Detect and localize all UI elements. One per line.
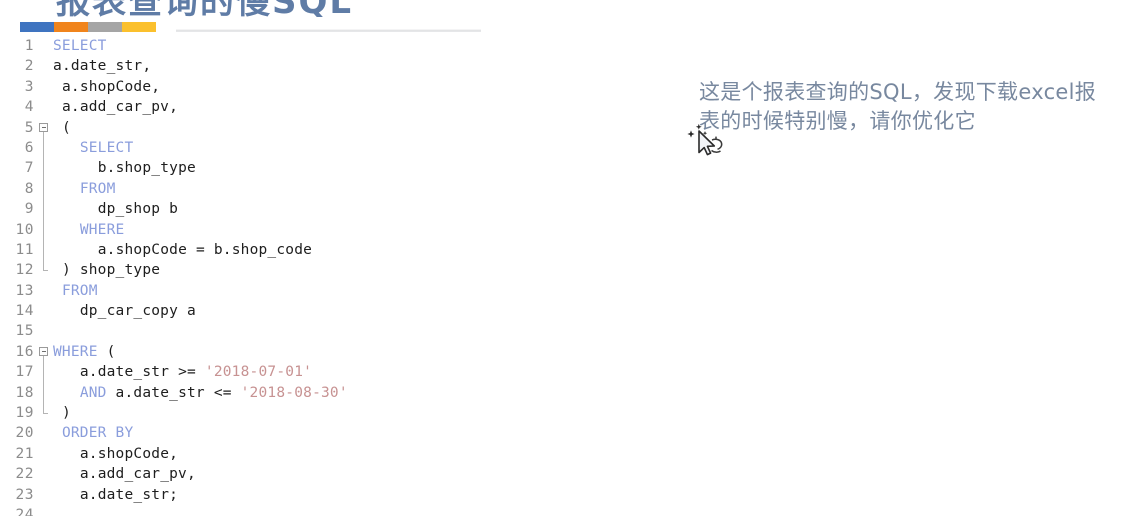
- code-line-text: a.add_car_pv,: [61, 99, 179, 116]
- pointer-shadow-icon: [711, 136, 723, 153]
- annotation-text: 这是个报表查询的SQL，发现下载excel报表的时候特别慢，请你优化它: [699, 80, 1097, 133]
- line-number: 19: [15, 405, 34, 422]
- line-number: 9: [24, 201, 34, 218]
- code-line[interactable]: 2 a.date_str,: [0, 56, 560, 76]
- fold-guide-line: [37, 137, 51, 159]
- line-number: 7: [24, 160, 34, 177]
- line-number: 8: [24, 180, 34, 197]
- code-line[interactable]: 15: [0, 321, 560, 341]
- code-line-text: FROM: [61, 282, 98, 299]
- code-line-text: (: [61, 119, 71, 136]
- code-line-text: a.add_car_pv,: [79, 466, 196, 483]
- line-number: 4: [24, 99, 34, 116]
- code-line[interactable]: 3 a.shopCode,: [0, 77, 560, 97]
- line-number: 24: [15, 506, 34, 516]
- color-bar-segment-blue: [20, 22, 54, 32]
- fold-guide-line: [37, 382, 51, 404]
- code-line-text: a.date_str >= '2018-07-01': [79, 364, 313, 381]
- code-line-text: WHERE (: [53, 343, 116, 360]
- code-line[interactable]: 17 a.date_str >= '2018-07-01': [0, 362, 560, 383]
- code-line-text: b.shop_type: [97, 160, 196, 177]
- code-line[interactable]: 19 ): [0, 403, 560, 423]
- code-line[interactable]: 6 SELECT: [0, 137, 560, 159]
- line-number: 20: [15, 425, 34, 442]
- code-line-text: SELECT: [53, 38, 107, 54]
- line-number: 21: [15, 445, 34, 462]
- line-number: 11: [15, 241, 34, 258]
- code-line-text: a.shopCode,: [61, 78, 161, 95]
- code-line[interactable]: 9 dp_shop b: [0, 199, 560, 220]
- line-number: 14: [15, 303, 34, 320]
- line-number: 15: [15, 323, 34, 340]
- code-line-text: ): [61, 405, 71, 422]
- line-number: 12: [15, 262, 34, 279]
- fold-guide-line: [37, 239, 51, 261]
- code-line-text: AND a.date_str <= '2018-08-30': [79, 384, 348, 401]
- code-line-text: ) shop_type: [61, 262, 161, 279]
- header-divider-rule: [176, 29, 481, 32]
- fold-toggle-icon[interactable]: [37, 118, 51, 138]
- code-line[interactable]: 10 WHERE: [0, 219, 560, 240]
- code-line[interactable]: 13 FROM: [0, 281, 560, 301]
- code-line[interactable]: 14 dp_car_copy a: [0, 301, 560, 321]
- line-number: 18: [15, 384, 34, 401]
- code-line[interactable]: 1 SELECT: [0, 36, 560, 56]
- code-line-text: dp_car_copy a: [79, 303, 196, 320]
- code-line-text: a.shopCode,: [79, 445, 179, 462]
- line-number: 6: [24, 139, 34, 156]
- line-number: 5: [24, 119, 34, 136]
- line-number: 1: [24, 38, 34, 54]
- line-number: 17: [15, 364, 34, 381]
- code-line-text: WHERE: [79, 221, 125, 238]
- color-bar-segment-orange: [54, 22, 88, 32]
- color-bar-segment-yellow: [122, 22, 156, 32]
- code-line[interactable]: 23 a.date_str;: [0, 485, 560, 505]
- sql-code-editor[interactable]: 1 SELECT 2 a.date_str, 3 a.shopCode, 4 a.add_…: [0, 36, 560, 516]
- code-line[interactable]: 22 a.add_car_pv,: [0, 464, 560, 484]
- fold-guide-line: [37, 178, 51, 200]
- fold-guide-line: [37, 362, 51, 383]
- code-line-text: a.date_str,: [53, 58, 152, 75]
- line-number: 22: [15, 466, 34, 483]
- line-number: 3: [24, 78, 34, 95]
- fold-end-marker: [37, 403, 51, 423]
- code-line[interactable]: 4 a.add_car_pv,: [0, 97, 560, 117]
- fold-toggle-icon[interactable]: [37, 342, 51, 363]
- code-line-text: FROM: [79, 180, 116, 197]
- code-line[interactable]: 18 AND a.date_str <= '2018-08-30': [0, 382, 560, 404]
- code-line-text: dp_shop b: [97, 201, 179, 218]
- page-title-strip: 报表查询的慢SQL: [0, 0, 1126, 17]
- color-bar-segment-gray: [88, 22, 122, 32]
- fold-end-marker: [37, 260, 51, 280]
- fold-guide-line: [37, 219, 51, 240]
- page-title: 报表查询的慢SQL: [56, 0, 353, 17]
- code-line[interactable]: 16 WHERE (: [0, 342, 560, 363]
- line-number: 16: [15, 343, 34, 360]
- code-line[interactable]: 5 (: [0, 118, 560, 138]
- code-line[interactable]: 7 b.shop_type: [0, 158, 560, 179]
- code-line[interactable]: 11 a.shopCode = b.shop_code: [0, 239, 560, 261]
- four-segment-color-bar: [20, 22, 156, 32]
- line-number: 10: [15, 221, 34, 238]
- fold-guide-line: [37, 158, 51, 179]
- code-line-text: SELECT: [79, 139, 134, 156]
- line-number: 13: [15, 282, 34, 299]
- line-number: 23: [15, 486, 34, 503]
- code-line[interactable]: 8 FROM: [0, 178, 560, 200]
- fold-guide-line: [37, 199, 51, 220]
- code-line[interactable]: 21 a.shopCode,: [0, 444, 560, 464]
- line-number: 2: [24, 58, 34, 75]
- code-line-text: ORDER BY: [61, 425, 134, 442]
- code-line-text: a.date_str;: [79, 486, 179, 503]
- code-line[interactable]: 20 ORDER BY: [0, 423, 560, 443]
- code-line[interactable]: 24: [0, 505, 560, 516]
- code-line-text: a.shopCode = b.shop_code: [97, 241, 313, 258]
- code-line[interactable]: 12 ) shop_type: [0, 260, 560, 280]
